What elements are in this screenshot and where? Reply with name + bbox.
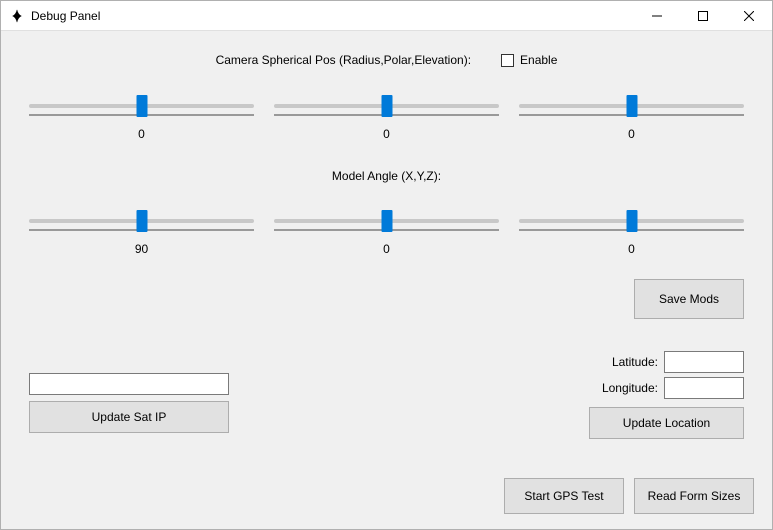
- sat-ip-input[interactable]: [29, 373, 229, 395]
- read-form-sizes-button[interactable]: Read Form Sizes: [634, 478, 754, 514]
- camera-elevation-value: 0: [519, 127, 744, 141]
- slider-thumb-icon: [381, 95, 392, 117]
- slider-thumb-icon: [381, 210, 392, 232]
- checkbox-icon: [501, 54, 514, 67]
- model-x-slider[interactable]: [29, 206, 254, 236]
- enable-checkbox[interactable]: Enable: [501, 53, 557, 67]
- camera-polar-slider[interactable]: [274, 91, 499, 121]
- titlebar: Debug Panel: [1, 1, 772, 31]
- app-icon: [9, 8, 25, 24]
- longitude-input[interactable]: [664, 377, 744, 399]
- latitude-input[interactable]: [664, 351, 744, 373]
- camera-radius-value: 0: [29, 127, 254, 141]
- camera-polar-value: 0: [274, 127, 499, 141]
- save-mods-button[interactable]: Save Mods: [634, 279, 744, 319]
- latitude-label: Latitude:: [612, 355, 658, 369]
- slider-thumb-icon: [136, 95, 147, 117]
- model-x-value: 90: [29, 242, 254, 256]
- longitude-label: Longitude:: [602, 381, 658, 395]
- minimize-button[interactable]: [634, 1, 680, 31]
- model-z-slider[interactable]: [519, 206, 744, 236]
- update-location-button[interactable]: Update Location: [589, 407, 744, 439]
- slider-thumb-icon: [136, 210, 147, 232]
- model-angle-label: Model Angle (X,Y,Z):: [1, 169, 772, 183]
- model-z-value: 0: [519, 242, 744, 256]
- enable-label: Enable: [520, 53, 557, 67]
- slider-thumb-icon: [626, 95, 637, 117]
- window: Debug Panel Camera Spherical Pos (Radius…: [0, 0, 773, 530]
- model-y-value: 0: [274, 242, 499, 256]
- close-button[interactable]: [726, 1, 772, 31]
- window-title: Debug Panel: [31, 9, 100, 23]
- update-sat-ip-button[interactable]: Update Sat IP: [29, 401, 229, 433]
- model-y-slider[interactable]: [274, 206, 499, 236]
- client-area: Camera Spherical Pos (Radius,Polar,Eleva…: [1, 31, 772, 529]
- camera-elevation-slider[interactable]: [519, 91, 744, 121]
- camera-radius-slider[interactable]: [29, 91, 254, 121]
- start-gps-test-button[interactable]: Start GPS Test: [504, 478, 624, 514]
- camera-pos-label: Camera Spherical Pos (Radius,Polar,Eleva…: [216, 53, 471, 67]
- slider-thumb-icon: [626, 210, 637, 232]
- maximize-button[interactable]: [680, 1, 726, 31]
